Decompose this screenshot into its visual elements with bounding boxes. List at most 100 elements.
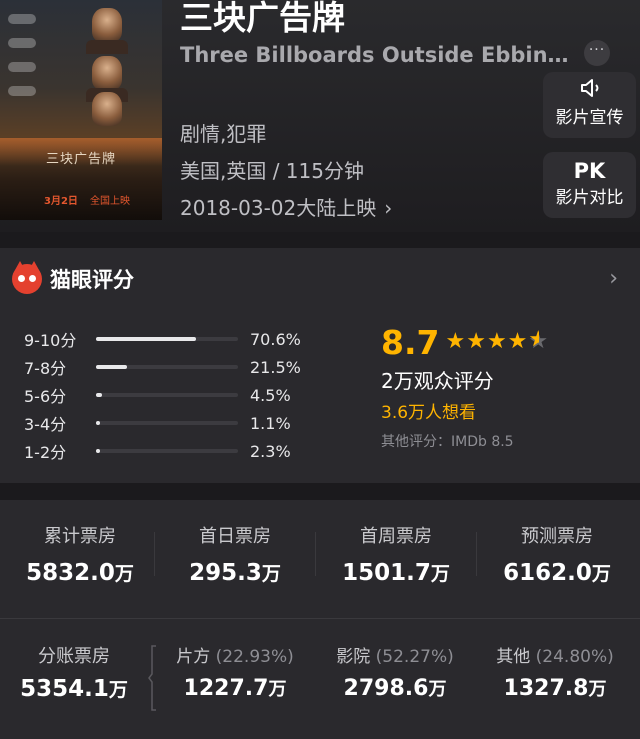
- rating-bar-fill: [96, 393, 103, 397]
- rating-bar-track: [96, 393, 238, 397]
- rating-brand-label: 猫眼评分: [50, 268, 134, 292]
- movie-region-duration: 美国,英国 / 115分钟: [180, 159, 364, 183]
- rating-range-label: 7-8分: [24, 359, 67, 378]
- box-office-value: 1501.7: [342, 560, 431, 586]
- compare-button[interactable]: PK 影片对比: [543, 152, 636, 218]
- split-producer: 片方 (22.93%) 1227.7万: [160, 644, 310, 707]
- unit: 万: [268, 679, 287, 700]
- promo-button[interactable]: 影片宣传: [543, 72, 636, 138]
- box-office-first-week: 首周票房 1501.7万: [316, 524, 476, 591]
- box-office-forecast: 预测票房 6162.0万: [477, 524, 637, 591]
- box-office-label: 首周票房: [360, 526, 432, 547]
- release-date: 2018-03-02大陆上映: [180, 196, 377, 220]
- star-icon: ★: [445, 329, 466, 354]
- box-office-label: 首日票房: [199, 526, 271, 547]
- box-office-total: 累计票房 5832.0万: [0, 524, 160, 591]
- rating-bar-track: [96, 449, 238, 453]
- rating-range-label: 5-6分: [24, 387, 67, 406]
- poster-date: 全国上映: [90, 196, 130, 207]
- rating-percent: 4.5%: [250, 385, 291, 405]
- rating-range-label: 3-4分: [24, 415, 67, 434]
- pk-icon: PK: [573, 159, 606, 183]
- unit: 万: [591, 563, 611, 585]
- poster-figure: [92, 92, 122, 126]
- box-office-value: 5832.0: [26, 560, 115, 586]
- star-icon: ★: [486, 329, 507, 354]
- speaker-icon: [543, 76, 636, 106]
- star-icon: ★: [507, 329, 528, 354]
- poster-title: 三块广告牌: [45, 152, 116, 167]
- poster-credit: [8, 62, 36, 72]
- more-button[interactable]: ···: [584, 40, 610, 66]
- rating-bar-fill: [96, 421, 101, 425]
- compare-label: 影片对比: [555, 188, 624, 208]
- split-percent: (22.93%): [215, 647, 294, 667]
- poster-credit: [8, 14, 36, 24]
- rating-bar-fill: [96, 337, 197, 341]
- rating-summary: 8.7 ★★★★★ 2万观众评分 3.6万人想看 其他评分：IMDb 8.5: [381, 322, 549, 452]
- chevron-right-icon[interactable]: ›: [609, 266, 618, 291]
- box-office-first-day: 首日票房 295.3万: [155, 524, 315, 591]
- split-value: 1227.7: [183, 676, 269, 701]
- maoyan-cat-icon: [12, 261, 42, 294]
- split-percent: (24.80%): [535, 647, 614, 667]
- poster-credit: [8, 86, 36, 96]
- split-label: 分账票房: [38, 646, 110, 667]
- box-office-card: 累计票房 5832.0万 首日票房 295.3万 首周票房 1501.7万 预测…: [0, 500, 640, 739]
- split-box-office-total: 分账票房 5354.1万: [0, 644, 148, 707]
- box-office-label: 累计票房: [44, 526, 116, 547]
- brace-icon: [148, 645, 156, 711]
- movie-title: 三块广告牌: [180, 0, 345, 37]
- rating-score: 8.7: [381, 322, 440, 362]
- movie-original-title: Three Billboards Outside Ebbing,...: [180, 43, 578, 67]
- movie-header: 三块广告牌 3月2日 全国上映 三块广告牌 Three Billboards O…: [0, 0, 640, 232]
- rating-card[interactable]: 猫眼评分 › 9-10分 70.6% 7-8分 21.5% 5-6分 4.5% 3-4分 1.…: [0, 248, 640, 483]
- rating-bar-track: [96, 365, 238, 369]
- rating-header: 猫眼评分: [12, 261, 134, 296]
- unit: 万: [114, 563, 134, 585]
- rating-distribution-row: 9-10分 70.6%: [24, 326, 310, 352]
- want-to-see-count: 3.6万人想看: [381, 403, 477, 423]
- split-other: 其他 (24.80%) 1327.8万: [480, 644, 630, 707]
- star-rating: ★★★★★: [445, 331, 549, 353]
- rating-range-label: 1-2分: [24, 443, 67, 462]
- chevron-right-icon: ›: [384, 196, 393, 220]
- split-value: 1327.8: [503, 676, 589, 701]
- split-value: 2798.6: [343, 676, 429, 701]
- split-label: 影院: [336, 647, 371, 667]
- unit: 万: [588, 679, 607, 700]
- rating-distribution-row: 1-2分 2.3%: [24, 438, 310, 464]
- split-cinema: 影院 (52.27%) 2798.6万: [320, 644, 470, 707]
- split-value: 5354.1: [20, 676, 109, 702]
- rating-distribution-row: 5-6分 4.5%: [24, 382, 310, 408]
- poster-credit: [8, 38, 36, 48]
- unit: 万: [428, 679, 447, 700]
- unit: 万: [261, 563, 281, 585]
- split-label: 片方: [176, 647, 211, 667]
- rating-bar-track: [96, 421, 238, 425]
- poster-figure: [92, 56, 122, 90]
- rating-percent: 21.5%: [250, 357, 301, 377]
- rating-bar-fill: [96, 449, 101, 453]
- rating-percent: 70.6%: [250, 329, 301, 349]
- box-office-value: 6162.0: [503, 560, 592, 586]
- split-percent: (52.27%): [375, 647, 454, 667]
- rating-bar-track: [96, 337, 238, 341]
- rating-distribution-row: 7-8分 21.5%: [24, 354, 310, 380]
- poster-date: 3月2日: [44, 196, 78, 207]
- rating-bar-fill: [96, 365, 127, 369]
- box-office-value: 295.3: [189, 560, 262, 586]
- poster-figure: [92, 8, 122, 42]
- release-date-link[interactable]: 2018-03-02大陆上映 ›: [180, 194, 392, 222]
- split-label: 其他: [496, 647, 531, 667]
- unit: 万: [430, 563, 450, 585]
- divider: [0, 618, 640, 619]
- rating-range-label: 9-10分: [24, 331, 77, 350]
- star-icon: ★: [528, 329, 548, 354]
- star-icon: ★: [466, 329, 486, 354]
- promo-label: 影片宣传: [555, 108, 624, 128]
- rating-distribution-row: 3-4分 1.1%: [24, 410, 310, 436]
- movie-poster[interactable]: 三块广告牌 3月2日 全国上映: [0, 0, 162, 220]
- movie-genre: 剧情,犯罪: [180, 122, 267, 146]
- rating-percent: 2.3%: [250, 441, 291, 461]
